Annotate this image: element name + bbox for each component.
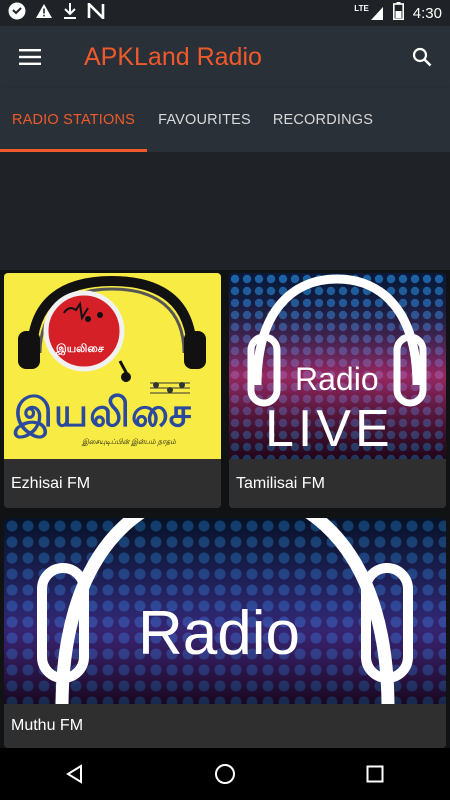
home-button[interactable] xyxy=(195,748,255,800)
tab-bar: RADIO STATIONS FAVOURITES RECORDINGS xyxy=(0,88,450,152)
download-icon xyxy=(62,2,78,25)
vpn-heart-icon xyxy=(8,2,26,25)
navigation-bar xyxy=(0,748,450,800)
back-icon xyxy=(66,764,82,784)
menu-button[interactable] xyxy=(0,26,60,88)
recents-button[interactable] xyxy=(345,748,405,800)
station-logo-ezhisai: இயலிசை இயலிசை இசையுடிப்பின் இன்பம் நாதம் xyxy=(4,273,221,459)
tab-favourites[interactable]: FAVOURITES xyxy=(147,88,262,152)
station-name-label: Tamilisai FM xyxy=(229,459,446,508)
hamburger-menu-icon xyxy=(19,49,41,65)
warning-icon xyxy=(35,3,53,24)
tab-label: RECORDINGS xyxy=(272,112,374,128)
logo-badge-text: இயலிசை xyxy=(56,343,104,355)
tab-label: FAVOURITES xyxy=(158,112,251,128)
tab-recordings[interactable]: RECORDINGS xyxy=(262,88,384,152)
home-icon xyxy=(215,764,235,784)
app-title: APKLand Radio xyxy=(84,42,262,71)
logo-live-text: LIVE xyxy=(265,400,394,458)
station-name-label: Muthu FM xyxy=(4,704,446,748)
lte-signal-icon: LTE xyxy=(354,5,384,21)
tab-radio-stations[interactable]: RADIO STATIONS xyxy=(0,88,147,152)
battery-icon xyxy=(392,1,404,25)
system-icons: LTE 4:30 xyxy=(354,1,442,25)
status-bar: LTE 4:30 xyxy=(0,0,450,26)
network-label: LTE xyxy=(354,4,369,13)
app-bar: APKLand Radio xyxy=(0,26,450,88)
search-icon xyxy=(412,47,432,67)
station-card-muthu[interactable]: Radio Muthu FM xyxy=(4,518,446,748)
clock: 4:30 xyxy=(412,4,442,22)
banner-placeholder xyxy=(0,152,450,270)
back-button[interactable] xyxy=(45,748,105,800)
logo-tamil-title: இயலிசை xyxy=(14,391,192,435)
notification-icons xyxy=(8,0,105,25)
recents-icon xyxy=(366,765,384,783)
station-name-label: Ezhisai FM xyxy=(4,459,221,508)
tab-label: RADIO STATIONS xyxy=(11,112,136,128)
logo-radio-text: Radio xyxy=(295,361,379,397)
search-button[interactable] xyxy=(394,26,450,88)
station-card-ezhisai[interactable]: இயலிசை இயலிசை இசையுடிப்பின் இன்பம் நாதம்… xyxy=(4,273,221,508)
logo-caption: இசையுடிப்பின் இன்பம் நாதம் xyxy=(82,439,176,446)
stations-grid: இயலிசை இயலிசை இசையுடிப்பின் இன்பம் நாதம்… xyxy=(0,270,450,748)
n-app-icon xyxy=(87,0,105,24)
logo-radio-text: Radio xyxy=(138,599,300,668)
station-card-tamilisai[interactable]: Radio LIVE Tamilisai FM xyxy=(229,273,446,508)
station-logo-muthu: Radio xyxy=(4,518,446,704)
station-logo-tamilisai: Radio LIVE xyxy=(229,273,446,459)
